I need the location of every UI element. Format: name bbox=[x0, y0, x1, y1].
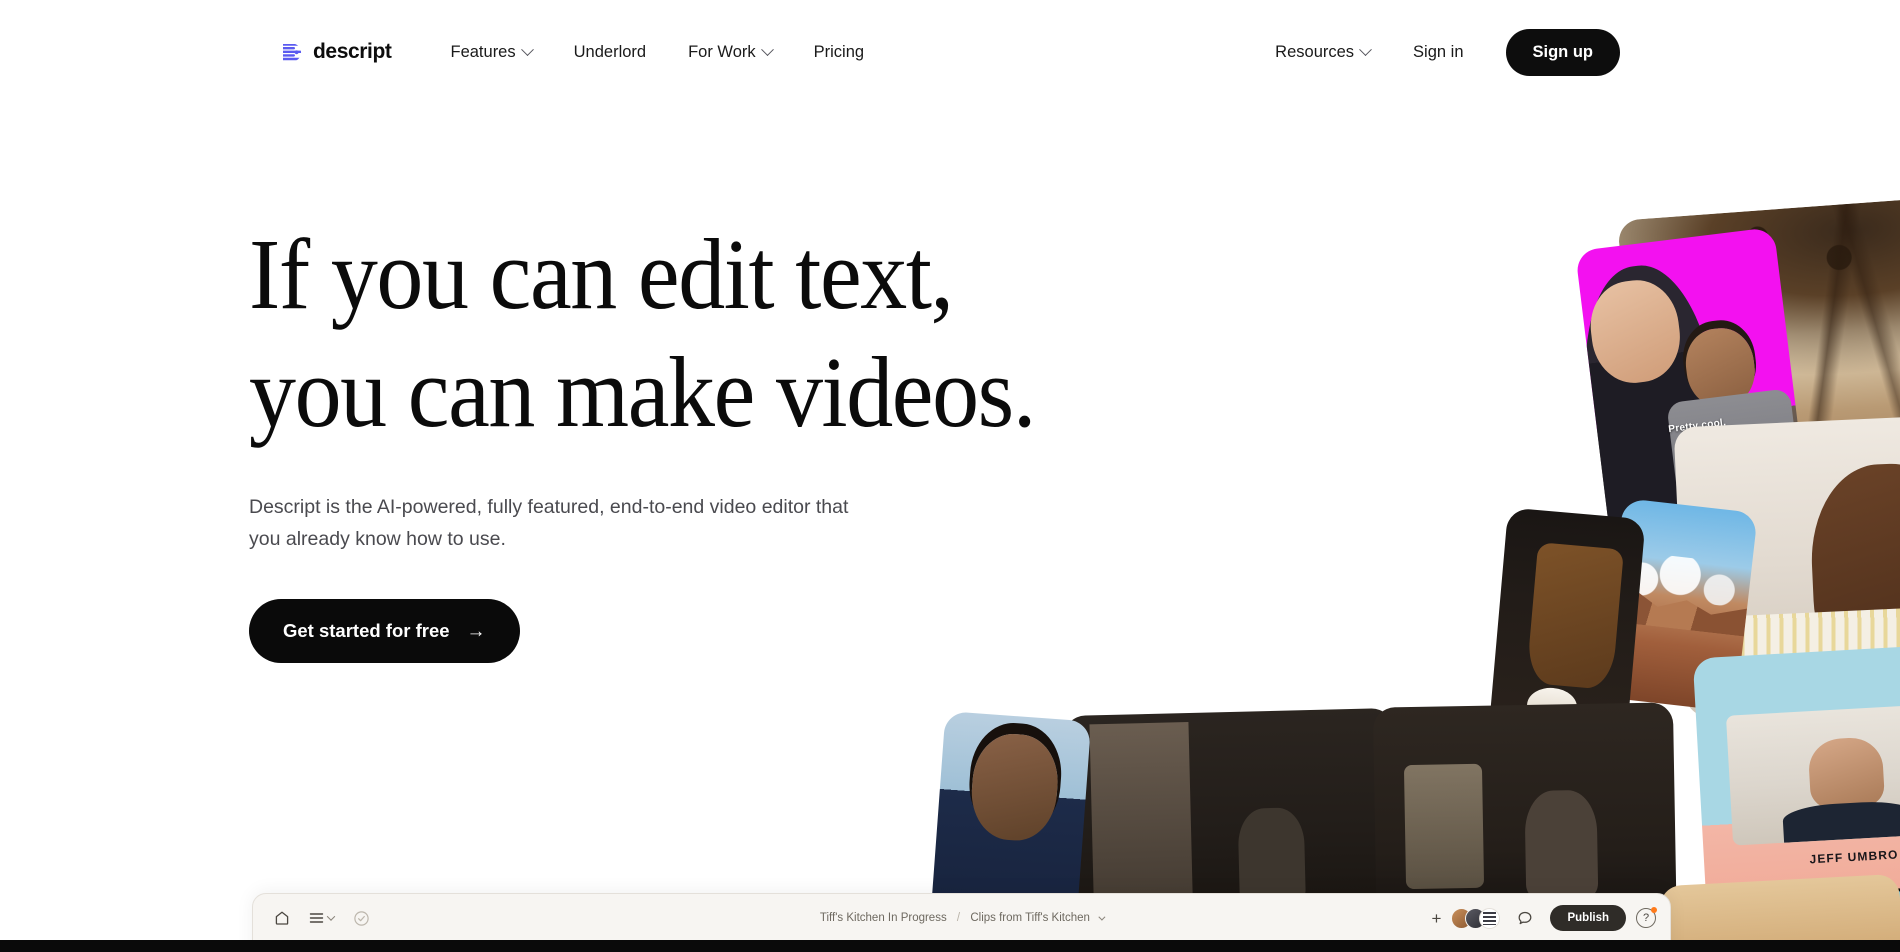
breadcrumb-composition[interactable]: Clips from Tiff's Kitchen bbox=[970, 912, 1090, 924]
brand-wordmark: descript bbox=[313, 40, 392, 63]
nav-item-pricing-label: Pricing bbox=[813, 42, 865, 61]
plus-icon[interactable]: + bbox=[1432, 910, 1442, 927]
get-started-button[interactable]: Get started for free → bbox=[249, 599, 520, 664]
avatar[interactable] bbox=[1479, 907, 1501, 929]
circle-check-icon[interactable] bbox=[346, 903, 376, 933]
arrow-right-icon: → bbox=[466, 620, 486, 642]
chevron-down-icon bbox=[520, 42, 534, 56]
hero-subheading: Descript is the AI-powered, fully featur… bbox=[249, 496, 849, 550]
nav-item-resources[interactable]: Resources bbox=[1254, 35, 1391, 70]
page-title: If you can edit text, you can make video… bbox=[249, 215, 1142, 451]
chevron-down-icon bbox=[326, 912, 336, 921]
hero-content: If you can edit text, you can make video… bbox=[249, 215, 1209, 664]
editor-toolbar-right: + Publish ? bbox=[1432, 903, 1657, 933]
home-icon[interactable] bbox=[267, 903, 297, 933]
jeff-name-tag: JEFF UMBRO bbox=[1809, 847, 1899, 867]
nav-item-features-label: Features bbox=[450, 42, 516, 61]
headline-line-2: you can make videos. bbox=[249, 336, 1036, 449]
editor-toolbar-left bbox=[267, 903, 376, 933]
sign-up-button[interactable]: Sign up bbox=[1505, 28, 1620, 76]
nav-item-underlord-label: Underlord bbox=[573, 42, 647, 61]
hamburger-menu-icon[interactable] bbox=[303, 903, 340, 933]
nav-item-underlord[interactable]: Underlord bbox=[553, 35, 667, 70]
page-bottom-strip bbox=[0, 940, 1900, 952]
jeff-video-frame bbox=[1725, 703, 1900, 846]
nav-right-group: Resources Sign in Sign up bbox=[1254, 28, 1620, 76]
brand-logo-link[interactable]: descript bbox=[279, 40, 392, 65]
chevron-down-icon bbox=[760, 42, 774, 56]
headline-line-1: If you can edit text, bbox=[249, 218, 954, 330]
sign-in-link[interactable]: Sign in bbox=[1391, 35, 1485, 70]
comment-bubble-icon[interactable] bbox=[1510, 903, 1540, 933]
nav-item-for-work[interactable]: For Work bbox=[667, 35, 793, 70]
nav-left-group: descript Features Underlord For Work Pri… bbox=[279, 35, 885, 70]
nav-item-resources-label: Resources bbox=[1275, 42, 1355, 61]
nav-item-for-work-label: For Work bbox=[688, 42, 756, 61]
collaborator-avatars bbox=[1451, 907, 1501, 929]
nav-item-pricing[interactable]: Pricing bbox=[793, 35, 885, 70]
primary-nav-links: Features Underlord For Work Pricing bbox=[430, 35, 886, 70]
nav-item-features[interactable]: Features bbox=[430, 35, 553, 70]
editor-toolbar: Tiff's Kitchen In Progress / Clips from … bbox=[253, 894, 1670, 942]
breadcrumb-project[interactable]: Tiff's Kitchen In Progress bbox=[820, 912, 947, 924]
help-question-icon[interactable]: ? bbox=[1636, 907, 1657, 928]
publish-button[interactable]: Publish bbox=[1550, 905, 1626, 931]
landing-page: descript Features Underlord For Work Pri… bbox=[0, 0, 1900, 952]
chevron-down-icon bbox=[1359, 42, 1372, 56]
get-started-button-label: Get started for free bbox=[283, 620, 450, 642]
descript-logo-icon bbox=[279, 40, 304, 65]
breadcrumb-separator: / bbox=[956, 912, 961, 924]
chevron-down-icon bbox=[1098, 913, 1106, 921]
top-navigation-bar: descript Features Underlord For Work Pri… bbox=[0, 0, 1900, 104]
